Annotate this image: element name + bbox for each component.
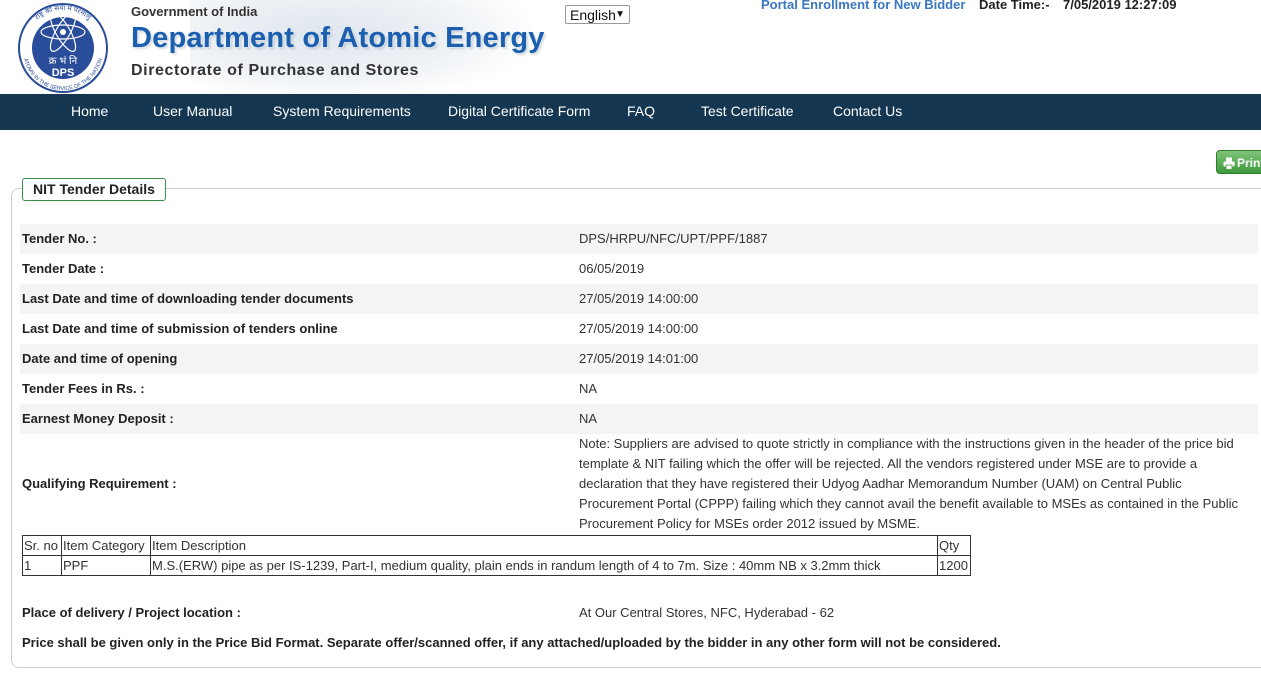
department-title: Department of Atomic Energy bbox=[131, 22, 545, 54]
detail-value: 27/05/2019 14:00:00 bbox=[579, 291, 699, 306]
nav-digital-certificate-form[interactable]: Digital Certificate Form bbox=[448, 94, 590, 130]
print-button[interactable]: Print bbox=[1216, 150, 1261, 174]
datetime-label: Date Time:- bbox=[979, 0, 1050, 12]
detail-label: Date and time of opening bbox=[22, 351, 178, 366]
print-label: Print bbox=[1237, 156, 1261, 170]
legend-divider bbox=[187, 188, 1261, 189]
qualifying-text: Note: Suppliers are advised to quote str… bbox=[579, 436, 1239, 531]
nav-test-certificate[interactable]: Test Certificate bbox=[701, 94, 794, 130]
detail-value: NA bbox=[579, 411, 598, 426]
detail-row-download-date: Last Date and time of downloading tender… bbox=[20, 284, 1258, 314]
table-header-row: Sr. no Item Category Item Description Qt… bbox=[22, 535, 971, 556]
table-row: 1 PPF M.S.(ERW) pipe as per IS-1239, Par… bbox=[22, 555, 971, 576]
detail-row-emd: Earnest Money Deposit : NA bbox=[20, 404, 1258, 434]
government-label: Government of India bbox=[131, 4, 258, 19]
detail-row-tender-no: Tender No. : DPS/HRPU/NFC/UPT/PPF/1887 bbox=[20, 224, 1258, 254]
nav-contact-us[interactable]: Contact Us bbox=[833, 94, 902, 130]
detail-label: Last Date and time of submission of tend… bbox=[22, 321, 338, 336]
detail-row-opening-date: Date and time of opening 27/05/2019 14:0… bbox=[20, 344, 1258, 374]
language-select-value: English bbox=[570, 7, 616, 23]
detail-value: DPS/HRPU/NFC/UPT/PPF/1887 bbox=[579, 231, 768, 246]
detail-label: Tender Fees in Rs. : bbox=[22, 381, 145, 396]
section-title: NIT Tender Details bbox=[22, 178, 166, 201]
detail-value: 06/05/2019 bbox=[579, 261, 645, 276]
detail-label: Tender Date : bbox=[22, 261, 105, 276]
nav-system-requirements[interactable]: System Requirements bbox=[273, 94, 411, 130]
table-cell: 1200 bbox=[937, 555, 971, 576]
qualifying-requirement-row: Qualifying Requirement : Note: Suppliers… bbox=[20, 434, 1258, 534]
dps-logo-icon: क्र भं नि DPS राष्ट्र की सेवा में परमाणु… bbox=[18, 3, 108, 93]
qualifying-label: Qualifying Requirement : bbox=[22, 476, 177, 491]
detail-value: 27/05/2019 14:00:00 bbox=[579, 321, 699, 336]
datetime-value: 7/05/2019 12:27:09 bbox=[1063, 0, 1177, 12]
site-header: क्र भं नि DPS राष्ट्र की सेवा में परमाणु… bbox=[0, 0, 1261, 94]
portal-enrollment-link[interactable]: Portal Enrollment for New Bidder bbox=[761, 0, 965, 12]
detail-label: Last Date and time of downloading tender… bbox=[22, 291, 354, 306]
detail-row-submission-date: Last Date and time of submission of tend… bbox=[20, 314, 1258, 344]
detail-value: 27/05/2019 14:01:00 bbox=[579, 351, 699, 366]
table-cell: 1 bbox=[22, 555, 62, 576]
nav-faq[interactable]: FAQ bbox=[627, 94, 655, 130]
price-note: Price shall be given only in the Price B… bbox=[22, 635, 1001, 650]
table-cell: PPF bbox=[61, 555, 151, 576]
nav-user-manual[interactable]: User Manual bbox=[153, 94, 232, 130]
detail-row-tender-fees: Tender Fees in Rs. : NA bbox=[20, 374, 1258, 404]
printer-icon bbox=[1223, 157, 1235, 170]
detail-label: Earnest Money Deposit : bbox=[22, 411, 174, 426]
delivery-label: Place of delivery / Project location : bbox=[22, 605, 241, 620]
logo-dps-text: DPS bbox=[52, 67, 75, 79]
detail-label: Tender No. : bbox=[22, 231, 97, 246]
detail-row-tender-date: Tender Date : 06/05/2019 bbox=[20, 254, 1258, 284]
nav-home[interactable]: Home bbox=[71, 94, 108, 130]
main-navbar: Home User Manual System Requirements Dig… bbox=[0, 94, 1261, 130]
table-header: Sr. no bbox=[22, 535, 62, 556]
detail-row-delivery: Place of delivery / Project location : A… bbox=[20, 598, 1258, 628]
table-header: Item Category bbox=[61, 535, 151, 556]
language-select[interactable]: English ▼ bbox=[565, 5, 630, 24]
logo-hindi-text: क्र भं नि bbox=[49, 55, 78, 67]
detail-value: NA bbox=[579, 381, 598, 396]
table-header: Qty bbox=[937, 535, 971, 556]
table-cell: M.S.(ERW) pipe as per IS-1239, Part-I, m… bbox=[150, 555, 938, 576]
directorate-title: Directorate of Purchase and Stores bbox=[131, 62, 420, 79]
items-table: Sr. no Item Category Item Description Qt… bbox=[22, 535, 971, 576]
chevron-down-icon: ▼ bbox=[615, 9, 625, 20]
table-header: Item Description bbox=[150, 535, 938, 556]
delivery-value: At Our Central Stores, NFC, Hyderabad - … bbox=[579, 605, 835, 620]
